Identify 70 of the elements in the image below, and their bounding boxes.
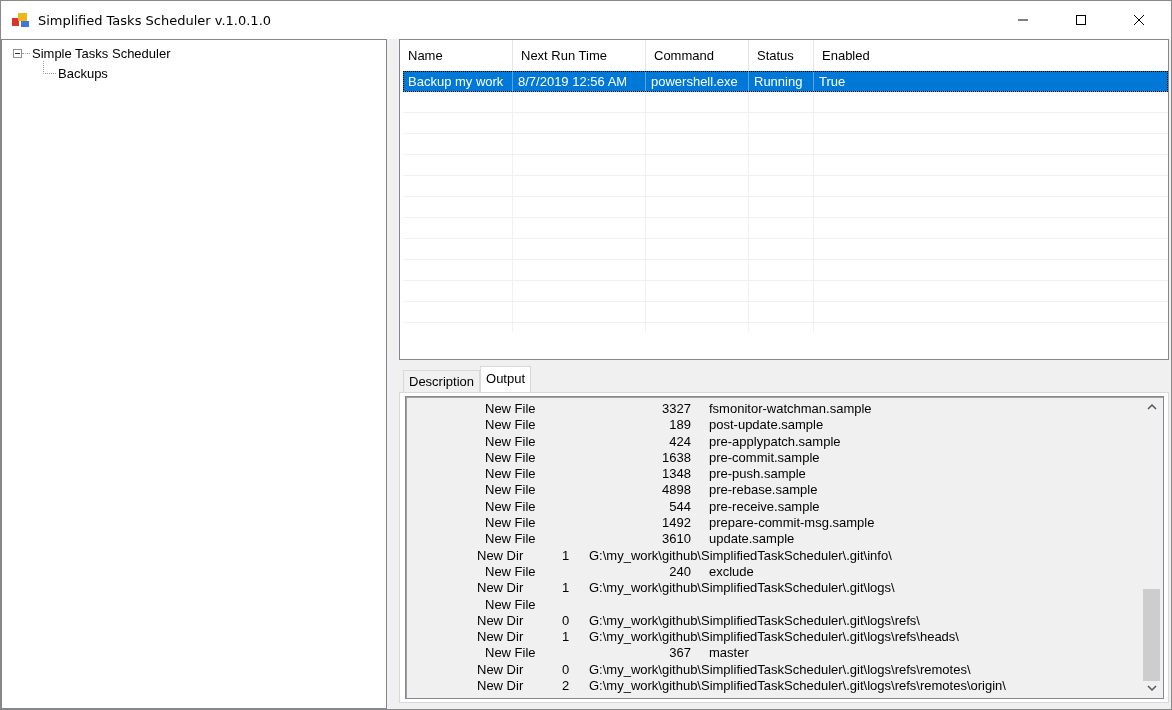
log-action: New File xyxy=(485,401,537,418)
scroll-up-icon[interactable] xyxy=(1146,403,1157,410)
file-name: pre-receive.sample xyxy=(709,498,820,516)
file-size: 1492 xyxy=(662,515,691,531)
window-title: Simplified Tasks Scheduler v.1.0.1.0 xyxy=(38,12,273,28)
file-size: 1348 xyxy=(662,466,691,482)
file-name: master xyxy=(709,645,749,662)
collapse-icon[interactable] xyxy=(13,48,22,58)
app-icon xyxy=(12,12,30,28)
file-size: 3610 xyxy=(662,531,691,547)
task-row[interactable]: Backup my work 8/7/2019 12:56 AM powershell.exe Running True xyxy=(403,71,1168,92)
file-name: pre-push.sample xyxy=(709,466,806,483)
file-count: 1 xyxy=(562,629,571,646)
file-size: 424 xyxy=(669,433,691,449)
log-action: New Dir xyxy=(477,612,525,630)
log-action: New File xyxy=(485,645,537,662)
file-count: 1 xyxy=(562,580,571,597)
log-action: New File xyxy=(485,449,537,467)
file-count: 1 xyxy=(562,547,571,564)
file-size: 4898 xyxy=(662,482,691,498)
log-action: New File xyxy=(485,417,537,434)
tree-item[interactable]: Backups xyxy=(58,65,108,81)
file-name: fsmonitor-watchman.sample xyxy=(709,401,872,418)
file-size: 1638 xyxy=(662,449,691,465)
file-name: pre-commit.sample xyxy=(709,449,820,467)
file-size: 367 xyxy=(669,645,691,661)
file-name: pre-applypatch.sample xyxy=(709,433,841,450)
log-action: New Dir xyxy=(477,629,525,646)
log-action: New File xyxy=(485,563,537,581)
tree-item[interactable]: Simple Tasks Scheduler xyxy=(32,45,171,61)
maximize-icon[interactable] xyxy=(1075,14,1087,26)
log-action: New Dir xyxy=(477,547,525,564)
tab[interactable]: Description xyxy=(403,370,481,392)
log-action: New Dir xyxy=(477,580,525,597)
log-action: New File xyxy=(485,482,537,499)
file-size: 3327 xyxy=(662,401,691,416)
directory-path: G:\my_work\github\SimplifiedTaskScheduler\.git\logs\refs\remotes\ xyxy=(589,661,971,679)
file-name: pre-rebase.sample xyxy=(709,482,818,499)
file-count: 0 xyxy=(562,612,571,630)
log-action: New File xyxy=(485,531,537,548)
table-cell: Running xyxy=(749,71,814,92)
table-cell: True xyxy=(814,71,1168,92)
file-count: 0 xyxy=(562,661,571,679)
log-action: New Dir xyxy=(477,678,525,695)
scroll-down-icon[interactable] xyxy=(1146,685,1157,692)
directory-path: G:\my_work\github\SimplifiedTaskScheduler\.git\logs\refs\remotes\origin\ xyxy=(589,678,1006,695)
log-action: New File xyxy=(485,498,537,516)
file-count: 2 xyxy=(562,678,571,695)
log-action: New File xyxy=(485,433,537,450)
directory-path: G:\my_work\github\SimplifiedTaskScheduler\.git\logs\ xyxy=(589,580,895,597)
log-action: New Dir xyxy=(477,661,525,679)
file-size: 189 xyxy=(669,417,691,433)
log-action: New File xyxy=(485,515,537,532)
file-size: 544 xyxy=(669,498,691,514)
table-cell: 8/7/2019 12:56 AM xyxy=(513,71,646,92)
table-cell: powershell.exe xyxy=(646,71,749,92)
tab[interactable]: Output xyxy=(480,366,532,392)
directory-path: G:\my_work\github\SimplifiedTaskScheduler\.git\logs\refs\heads\ xyxy=(589,629,959,646)
directory-path: G:\my_work\github\SimplifiedTaskScheduler\.git\logs\refs\ xyxy=(589,612,920,630)
file-size: 240 xyxy=(669,563,691,579)
log-action: New File xyxy=(485,596,537,613)
table-cell: Backup my work xyxy=(403,71,513,92)
close-icon[interactable] xyxy=(1133,14,1145,26)
scrollbar-thumb[interactable] xyxy=(1143,589,1160,681)
file-name: prepare-commit-msg.sample xyxy=(709,515,875,532)
file-name: post-update.sample xyxy=(709,417,824,434)
file-name: exclude xyxy=(709,563,754,581)
file-name: update.sample xyxy=(709,531,795,548)
directory-path: G:\my_work\github\SimplifiedTaskScheduler\.git\info\ xyxy=(589,547,892,564)
log-action: New File xyxy=(485,466,537,483)
